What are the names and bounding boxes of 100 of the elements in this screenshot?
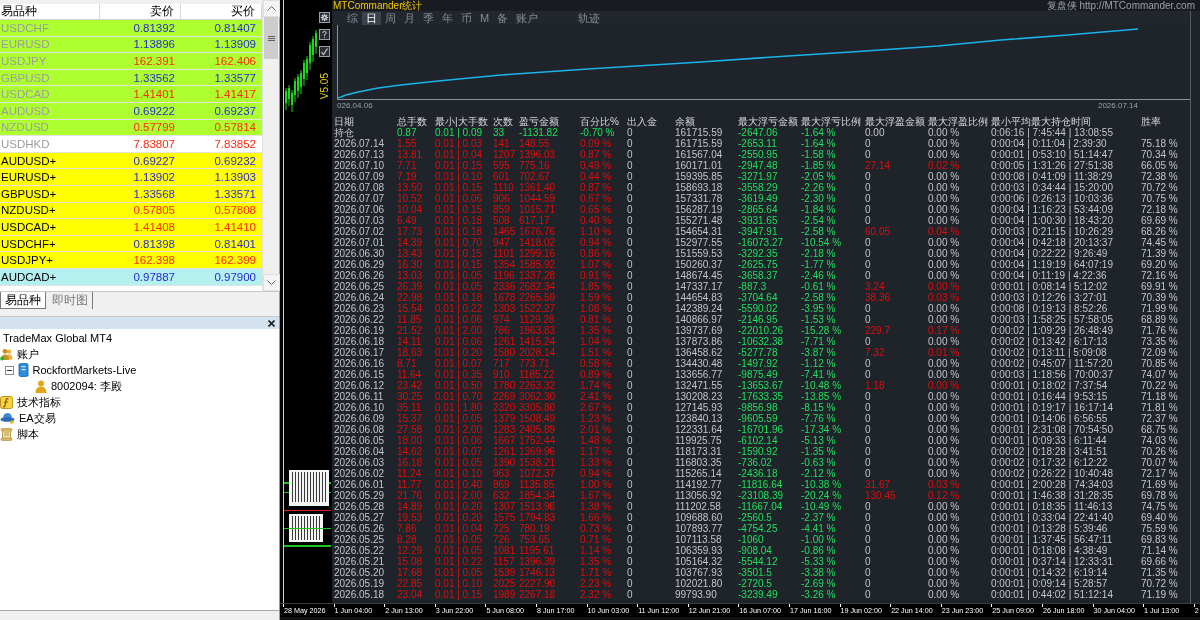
table-cell: 0: [865, 248, 871, 259]
table-cell: 72.37 %: [1141, 413, 1178, 424]
table-cell: -2.18 %: [801, 248, 836, 259]
table-cell: 1044.59: [519, 193, 556, 204]
settings-icon[interactable]: [319, 12, 330, 23]
tab[interactable]: 轨迹: [574, 11, 605, 25]
table-cell: 2026.05.27: [334, 512, 385, 523]
column-header[interactable]: 最大浮亏金额: [738, 116, 798, 127]
table-cell: 0: [627, 501, 633, 512]
table-cell: 601: [493, 171, 510, 182]
scroll-down-button[interactable]: [263, 274, 280, 291]
table-cell: 0:00:02 | 1:09:29 | 26:48:49: [991, 325, 1113, 336]
column-header[interactable]: 次数: [493, 116, 513, 127]
ask-price: 1.13909: [214, 37, 256, 52]
tree-item[interactable]: TradeMax Global MT4: [3, 331, 113, 345]
tree-item[interactable]: RockfortMarkets-Live: [32, 363, 137, 377]
table-cell: 0.94 %: [580, 237, 612, 248]
quote-row[interactable]: USDCHF 0.81392 0.81407: [0, 20, 262, 37]
table-cell: 0: [627, 237, 633, 248]
column-header[interactable]: 最大浮亏比例: [801, 116, 861, 127]
quote-row[interactable]: USDCAD+ 1.41408 1.41410: [0, 219, 262, 236]
column-header[interactable]: 最小|大手数: [435, 116, 488, 127]
table-cell: 0: [865, 193, 871, 204]
table-cell: 0.00 %: [928, 270, 960, 281]
table-cell: 0: [627, 259, 633, 270]
tab[interactable]: 日: [362, 11, 381, 25]
website-link[interactable]: 复盘侠 http://MTCommander.com: [1046, 0, 1195, 11]
table-cell: -3501.5: [738, 567, 772, 578]
quote-row[interactable]: USDJPY+ 162.398 162.399: [0, 252, 262, 269]
column-header[interactable]: 余额: [675, 116, 695, 127]
table-cell: -2.46 %: [801, 270, 836, 281]
bid-price: 0.97887: [133, 269, 175, 284]
table-cell: 2026.05.28: [334, 501, 385, 512]
tab[interactable]: 币: [457, 11, 476, 25]
table-cell: 0.01 | 0.22: [435, 303, 483, 314]
table-cell: 11.85: [397, 314, 422, 325]
tree-item[interactable]: 8002094: 李殿: [51, 379, 122, 393]
column-header[interactable]: 日期: [334, 116, 354, 127]
column-header[interactable]: 最小平均最大持仓时间: [991, 116, 1091, 127]
table-cell: 0.01 | 0.20: [435, 501, 483, 512]
table-cell: 0.00: [865, 127, 885, 138]
tab[interactable]: 月: [400, 11, 419, 25]
ask-price: 0.97900: [214, 269, 256, 284]
table-cell: 2026.06.24: [334, 292, 385, 303]
tab[interactable]: 备: [493, 11, 513, 25]
table-cell: 130208.23: [675, 391, 723, 402]
table-cell: 1185.22: [519, 369, 555, 380]
bid-price: 0.57805: [133, 203, 175, 218]
tree-item[interactable]: 账户: [17, 347, 39, 361]
tab[interactable]: 年: [438, 11, 457, 25]
table-cell: 595: [493, 160, 510, 171]
table-cell: 780.19: [519, 523, 550, 534]
bid-price: 7.83807: [133, 136, 175, 151]
column-header[interactable]: 百分比%: [580, 116, 619, 127]
column-header[interactable]: 卖价: [100, 4, 181, 19]
table-cell: 26.39: [397, 281, 423, 292]
table-cell: 1746.13: [519, 567, 556, 578]
table-cell: -3271.97: [738, 171, 778, 182]
tab[interactable]: 即时图: [48, 292, 93, 309]
tree-item[interactable]: 技术指标: [17, 395, 61, 409]
column-header[interactable]: 最大浮盈金额: [865, 116, 925, 127]
table-cell: -887.3: [738, 281, 767, 292]
help-icon[interactable]: [319, 29, 330, 40]
table-cell: 150260.37: [675, 259, 723, 270]
table-cell: -1.12 %: [801, 358, 836, 369]
column-header[interactable]: 总手数: [397, 116, 427, 127]
column-header[interactable]: 出入金: [627, 116, 657, 127]
check-icon[interactable]: [319, 46, 330, 57]
table-cell: 2026.05.21: [334, 556, 385, 567]
quote-row[interactable]: EURUSD+ 1.13902 1.13903: [0, 169, 262, 186]
scroll-up-button[interactable]: [263, 0, 280, 17]
table-cell: 0:00:02 | 0:26:22 | 10:40:48: [991, 468, 1113, 479]
collapse-icon[interactable]: [4, 365, 14, 375]
date-label: 026.04.06: [337, 101, 373, 110]
scrollbar-thumb[interactable]: [264, 17, 278, 59]
table-cell: 0: [627, 545, 633, 556]
table-cell: 144654.83: [675, 292, 723, 303]
tab[interactable]: 综: [343, 11, 362, 25]
column-header[interactable]: 胜率: [1141, 116, 1161, 127]
bid-price: 0.69222: [133, 103, 175, 118]
tab[interactable]: 账户: [512, 11, 543, 25]
tab[interactable]: 易品种: [0, 292, 46, 309]
column-header[interactable]: 最大浮盈比例: [928, 116, 988, 127]
tree-item[interactable]: EA交易: [19, 411, 56, 425]
close-icon[interactable]: [268, 319, 275, 327]
table-cell: 2.67 %: [580, 402, 612, 413]
table-cell: 72.38 %: [1141, 171, 1178, 182]
table-cell: 14.62: [397, 446, 423, 457]
table-cell: 0:00:03 | 1:58:25 | 57:58:05: [991, 314, 1113, 325]
table-cell: 0.58 %: [580, 358, 612, 369]
tab[interactable]: 周: [381, 11, 400, 25]
table-cell: -1590.92: [738, 446, 778, 457]
tab[interactable]: M: [476, 11, 494, 25]
table-cell: 0:00:02 | 0:45:07 | 11:57:20: [991, 358, 1113, 369]
tree-item[interactable]: 脚本: [17, 427, 39, 441]
table-cell: 2026.06.01: [334, 479, 385, 490]
tab[interactable]: 季: [419, 11, 438, 25]
column-header[interactable]: 易品种: [0, 4, 100, 19]
column-header[interactable]: 盈亏金额: [519, 116, 559, 127]
table-cell: 1575: [493, 512, 516, 523]
